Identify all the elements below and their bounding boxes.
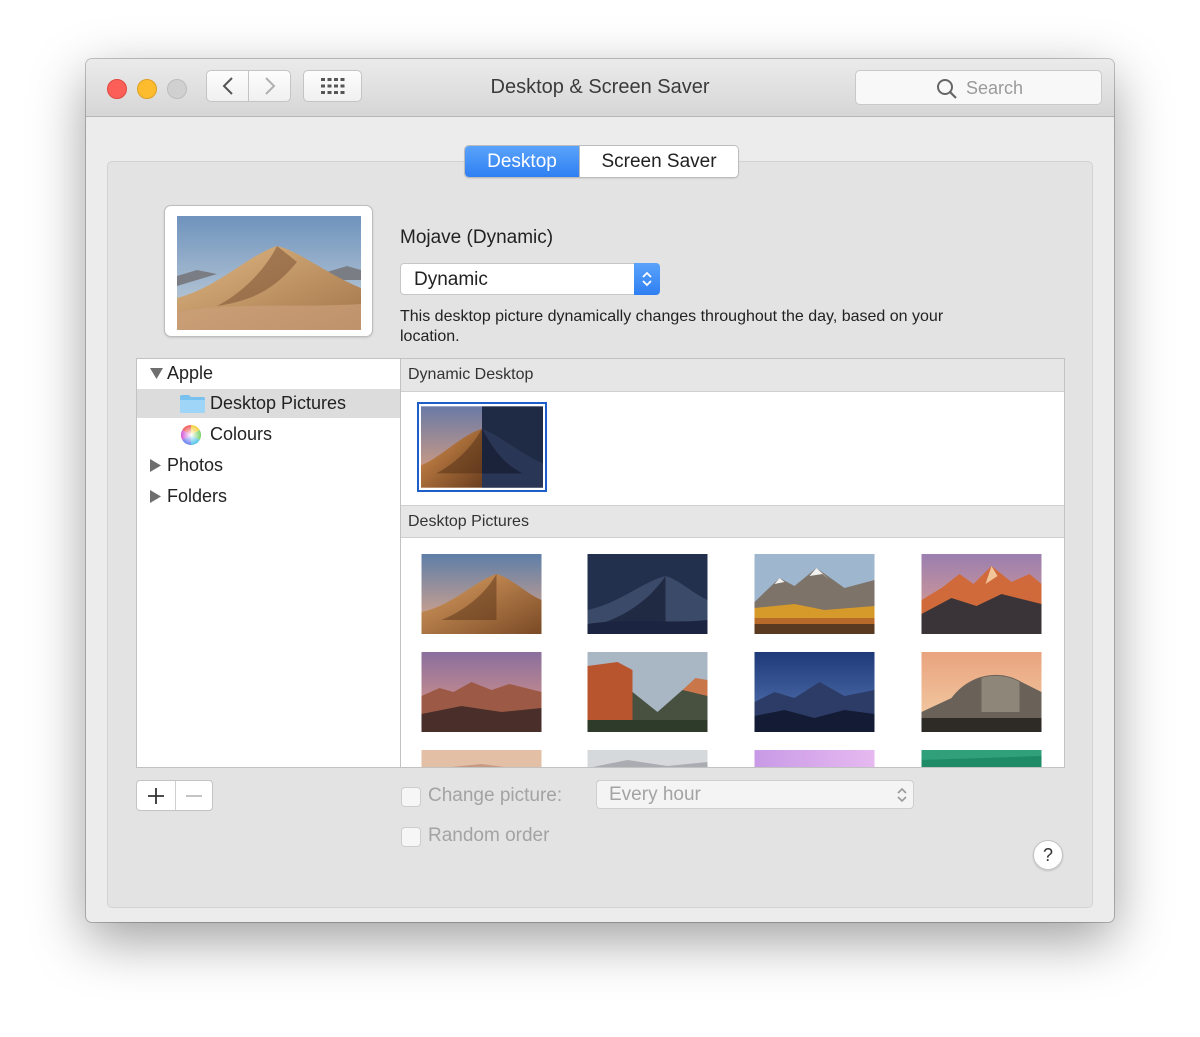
minimize-window-button[interactable] (137, 79, 157, 99)
sidebar-item-label: Photos (167, 455, 224, 475)
tab-desktop[interactable]: Desktop (465, 146, 579, 177)
thumbnail-el-capitan-dusk[interactable] (421, 652, 542, 732)
random-order-label: Random order (428, 825, 550, 846)
dropdown-arrows-icon (634, 263, 660, 295)
section-header-dynamic: Dynamic Desktop (401, 359, 1064, 392)
folder-icon (180, 395, 205, 413)
help-button[interactable]: ? (1033, 840, 1063, 870)
thumbnail-wave-purple[interactable] (754, 750, 875, 767)
search-field[interactable]: Search (855, 70, 1102, 105)
close-window-button[interactable] (107, 79, 127, 99)
disclosure-closed-icon[interactable] (150, 490, 161, 503)
window-title: Desktop & Screen Saver (490, 76, 710, 98)
mojave-preview-image (177, 216, 361, 330)
wallpaper-description: This desktop picture dynamically changes… (400, 308, 944, 345)
picture-browser: Dynamic Desktop Desktop Pictures (400, 358, 1065, 768)
disclosure-closed-icon[interactable] (150, 459, 161, 472)
sidebar-item-photos[interactable]: Photos (137, 451, 400, 480)
sidebar-item-label: Colours (210, 424, 273, 444)
plus-icon (148, 787, 164, 804)
show-all-button[interactable] (303, 70, 362, 102)
remove-folder-button[interactable] (176, 781, 212, 810)
interval-value: Every hour (609, 784, 701, 805)
section-title: Dynamic Desktop (408, 366, 534, 383)
grid-icon (320, 78, 344, 94)
sidebar-item-label: Desktop Pictures (210, 393, 347, 413)
thumbnail-el-capitan[interactable] (587, 652, 708, 732)
sidebar-item-colours[interactable]: Colours (137, 420, 400, 449)
interval-dropdown[interactable]: Every hour (596, 780, 914, 809)
random-order-checkbox[interactable] (401, 827, 421, 847)
thumbnail-mojave-day[interactable] (421, 554, 542, 634)
search-icon (937, 79, 957, 99)
sidebar-item-label: Apple (167, 363, 214, 383)
tab-screen-saver[interactable]: Screen Saver (579, 146, 738, 177)
desktop-preview (164, 205, 373, 337)
thumbnail-sierra[interactable] (921, 554, 1042, 634)
chevron-right-icon (264, 77, 275, 95)
source-list: Apple Desktop Pictures Colours Photos Fo… (136, 358, 401, 768)
forward-button[interactable] (248, 70, 291, 102)
sidebar-item-desktop-pictures[interactable]: Desktop Pictures (137, 389, 400, 418)
tab-bar: Desktop Screen Saver (464, 145, 739, 178)
chevron-left-icon (222, 77, 233, 95)
thumbnail-wave-green[interactable] (921, 750, 1042, 767)
thumbnail-yosemite-half-dome[interactable] (921, 652, 1042, 732)
zoom-window-button[interactable] (167, 79, 187, 99)
sidebar-item-apple[interactable]: Apple (137, 359, 400, 388)
add-remove-control (136, 780, 213, 811)
wallpaper-name: Mojave (Dynamic) (400, 227, 554, 248)
search-placeholder: Search (966, 78, 1024, 98)
add-folder-button[interactable] (137, 781, 175, 810)
minus-icon (186, 794, 202, 797)
back-button[interactable] (206, 70, 249, 102)
change-picture-checkbox[interactable] (401, 787, 421, 807)
sidebar-item-label: Folders (167, 486, 228, 506)
thumbnail-mojave-night[interactable] (587, 554, 708, 634)
thumbnail-mojave-dynamic[interactable] (417, 402, 547, 492)
color-wheel-icon (181, 424, 201, 445)
dropdown-arrows-icon (897, 787, 907, 803)
thumbnail-high-sierra[interactable] (754, 554, 875, 634)
thumbnail-yosemite-clouds[interactable] (421, 750, 542, 767)
preferences-window: Desktop & Screen Saver Search Desktop Sc… (86, 59, 1114, 922)
thumbnail-yosemite-fog[interactable] (587, 750, 708, 767)
change-picture-label: Change picture: (428, 785, 563, 806)
section-title: Desktop Pictures (408, 513, 529, 530)
sidebar-item-folders[interactable]: Folders (137, 482, 400, 511)
disclosure-open-icon[interactable] (150, 368, 163, 379)
section-header-pictures: Desktop Pictures (401, 505, 1064, 538)
title-bar: Desktop & Screen Saver Search (86, 59, 1114, 117)
thumbnail-yosemite-night[interactable] (754, 652, 875, 732)
appearance-dropdown[interactable]: Dynamic (400, 263, 660, 295)
dropdown-value: Dynamic (414, 269, 488, 290)
